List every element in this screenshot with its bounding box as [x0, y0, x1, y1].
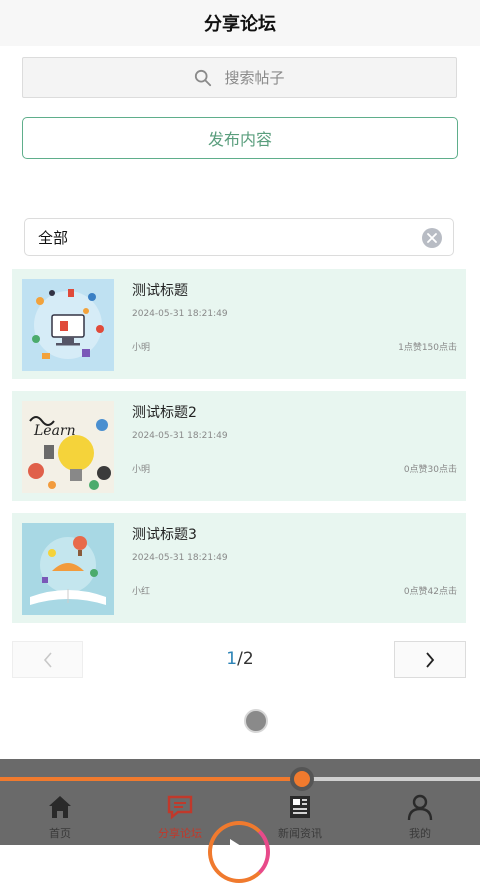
- filter-value: 全部: [38, 228, 69, 247]
- chevron-right-icon: [426, 651, 435, 668]
- post-thumbnail: [22, 279, 114, 371]
- tab-label: 首页: [49, 827, 71, 840]
- post-author: 小明: [132, 343, 151, 353]
- post-title: 测试标题: [132, 283, 188, 299]
- chevron-left-icon: [43, 651, 52, 668]
- post-date: 2024-05-31 18:21:49: [132, 553, 228, 563]
- page-title: 分享论坛: [204, 14, 276, 35]
- forum-icon: [167, 795, 193, 820]
- category-filter-select[interactable]: 全部: [24, 218, 454, 256]
- floating-dot[interactable]: [244, 709, 268, 733]
- post-date: 2024-05-31 18:21:49: [132, 309, 228, 319]
- publish-button-label: 发布内容: [207, 130, 272, 149]
- search-icon: [195, 69, 212, 86]
- post-thumbnail: Learn: [22, 401, 114, 493]
- post-title: 测试标题3: [132, 527, 197, 543]
- play-icon: [230, 839, 252, 867]
- news-icon: [290, 796, 310, 818]
- svg-text:Learn: Learn: [33, 423, 76, 439]
- search-placeholder: 搜索帖子: [224, 69, 285, 87]
- progress-fill: [0, 777, 302, 781]
- publish-button[interactable]: 发布内容: [22, 117, 458, 159]
- post-author: 小明: [132, 465, 151, 475]
- post-thumbnail: [22, 523, 114, 615]
- top-bar: 分享论坛: [0, 0, 480, 46]
- current-page: 1: [226, 649, 238, 669]
- post-date: 2024-05-31 18:21:49: [132, 431, 228, 441]
- clear-icon[interactable]: [422, 228, 442, 248]
- tab-mine[interactable]: 我的: [360, 787, 480, 845]
- play-button[interactable]: [208, 821, 270, 883]
- tab-label: 新闻资讯: [278, 827, 322, 840]
- tab-home[interactable]: 首页: [0, 787, 120, 845]
- post-card[interactable]: 测试标题3 2024-05-31 18:21:49 小红 0点赞42点击: [12, 513, 466, 623]
- home-icon: [49, 796, 71, 818]
- total-pages: 2: [242, 649, 254, 669]
- tab-label: 分享论坛: [158, 827, 202, 840]
- prev-page-button[interactable]: [12, 641, 83, 678]
- user-icon: [407, 794, 433, 821]
- next-page-button[interactable]: [394, 641, 466, 678]
- post-card[interactable]: 测试标题 2024-05-31 18:21:49 小明 1点赞150点击: [12, 269, 466, 379]
- search-input[interactable]: 搜索帖子: [22, 57, 457, 98]
- post-stats: 1点赞150点击: [398, 343, 457, 353]
- post-card[interactable]: Learn 测试标题2 2024-05-31 18:21:49 小明 0点赞30…: [12, 391, 466, 501]
- post-title: 测试标题2: [132, 405, 197, 421]
- page-indicator: 1/2: [200, 649, 280, 669]
- post-stats: 0点赞42点击: [403, 587, 457, 597]
- post-stats: 0点赞30点击: [403, 465, 457, 475]
- tab-label: 我的: [409, 827, 431, 840]
- post-author: 小红: [132, 587, 151, 597]
